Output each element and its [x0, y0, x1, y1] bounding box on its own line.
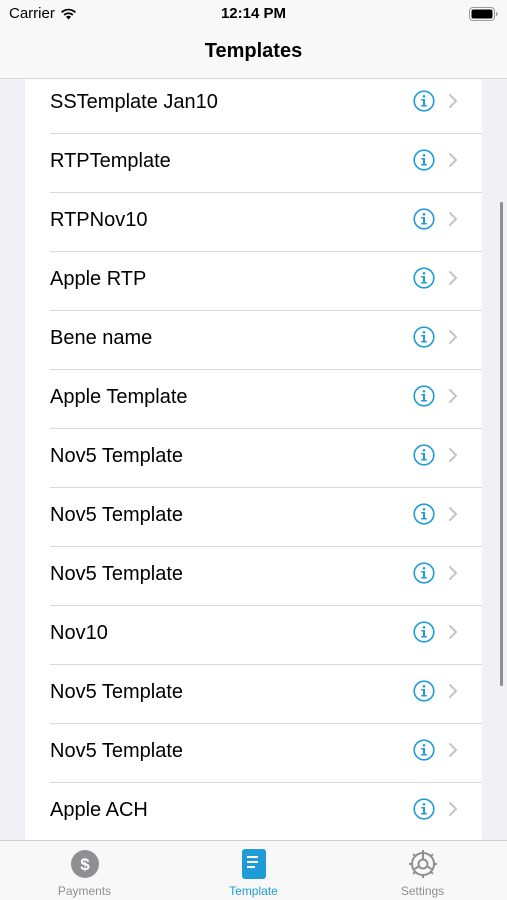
template-name: RTPTemplate: [50, 150, 171, 172]
template-name: SSTemplate Jan10: [50, 91, 218, 113]
template-row[interactable]: Nov5 Template: [25, 665, 482, 724]
info-icon[interactable]: [413, 208, 435, 230]
template-row[interactable]: Nov5 Template: [25, 724, 482, 783]
template-row[interactable]: RTPTemplate: [25, 134, 482, 193]
tab-bar: $ Payments Template Settings: [0, 840, 507, 900]
info-icon[interactable]: [413, 267, 435, 289]
battery-icon: [469, 7, 498, 21]
tab-payments[interactable]: $ Payments: [0, 841, 169, 900]
chevron-right-icon: [449, 625, 457, 639]
template-name: Apple RTP: [50, 268, 147, 290]
chevron-right-icon: [449, 448, 457, 462]
chevron-right-icon: [449, 271, 457, 285]
navigation-bar: Templates: [0, 28, 507, 79]
clock: 12:14 PM: [220, 5, 287, 22]
chevron-right-icon: [449, 507, 457, 521]
page-title: Templates: [204, 40, 303, 62]
chevron-right-icon: [449, 684, 457, 698]
template-row[interactable]: Apple RTP: [25, 252, 482, 311]
template-row[interactable]: Nov5 Template: [25, 547, 482, 606]
chevron-right-icon: [449, 802, 457, 816]
chevron-right-icon: [449, 330, 457, 344]
template-row[interactable]: Apple ACH: [25, 783, 482, 840]
template-row[interactable]: SSTemplate Jan10: [25, 79, 482, 134]
template-row[interactable]: Apple Template: [25, 370, 482, 429]
template-row[interactable]: Nov5 Template: [25, 429, 482, 488]
info-icon[interactable]: [413, 739, 435, 761]
info-icon[interactable]: [413, 385, 435, 407]
svg-text:$: $: [80, 855, 90, 874]
status-bar: Carrier 12:14 PM: [0, 0, 507, 28]
template-name: Apple ACH: [50, 799, 148, 821]
info-icon[interactable]: [413, 621, 435, 643]
info-icon[interactable]: [413, 326, 435, 348]
info-icon[interactable]: [413, 444, 435, 466]
tab-template[interactable]: Template: [169, 841, 338, 900]
scrollbar[interactable]: [500, 202, 503, 686]
template-name: Nov5 Template: [50, 504, 184, 526]
template-name: Nov5 Template: [50, 445, 184, 467]
gear-icon: [409, 850, 437, 878]
document-icon: [242, 849, 266, 879]
info-icon[interactable]: [413, 798, 435, 820]
chevron-right-icon: [449, 389, 457, 403]
chevron-right-icon: [449, 212, 457, 226]
template-name: Apple Template: [50, 386, 188, 408]
template-row[interactable]: RTPNov10: [25, 193, 482, 252]
templates-list[interactable]: SSTemplate Jan10 RTPTemplate RTPNov10 Apple…: [25, 79, 482, 840]
info-icon[interactable]: [413, 680, 435, 702]
template-row[interactable]: Bene name: [25, 311, 482, 370]
template-row[interactable]: Nov5 Template: [25, 488, 482, 547]
template-name: Nov5 Template: [50, 681, 184, 703]
tab-settings[interactable]: Settings: [338, 841, 507, 900]
chevron-right-icon: [449, 94, 457, 108]
info-icon[interactable]: [413, 562, 435, 584]
info-icon[interactable]: [413, 503, 435, 525]
info-icon[interactable]: [413, 149, 435, 171]
template-name: Bene name: [50, 327, 153, 349]
template-name: Nov5 Template: [50, 563, 184, 585]
chevron-right-icon: [449, 743, 457, 757]
chevron-right-icon: [449, 566, 457, 580]
tab-settings-label: Settings: [400, 884, 445, 898]
dollar-icon: $: [71, 850, 99, 878]
template-name: RTPNov10: [50, 209, 148, 231]
template-row[interactable]: Nov10: [25, 606, 482, 665]
tab-template-label: Template: [229, 884, 278, 898]
tab-payments-label: Payments: [57, 884, 112, 898]
chevron-right-icon: [449, 153, 457, 167]
info-icon[interactable]: [413, 90, 435, 112]
template-name: Nov5 Template: [50, 740, 184, 762]
template-name: Nov10: [50, 622, 108, 644]
